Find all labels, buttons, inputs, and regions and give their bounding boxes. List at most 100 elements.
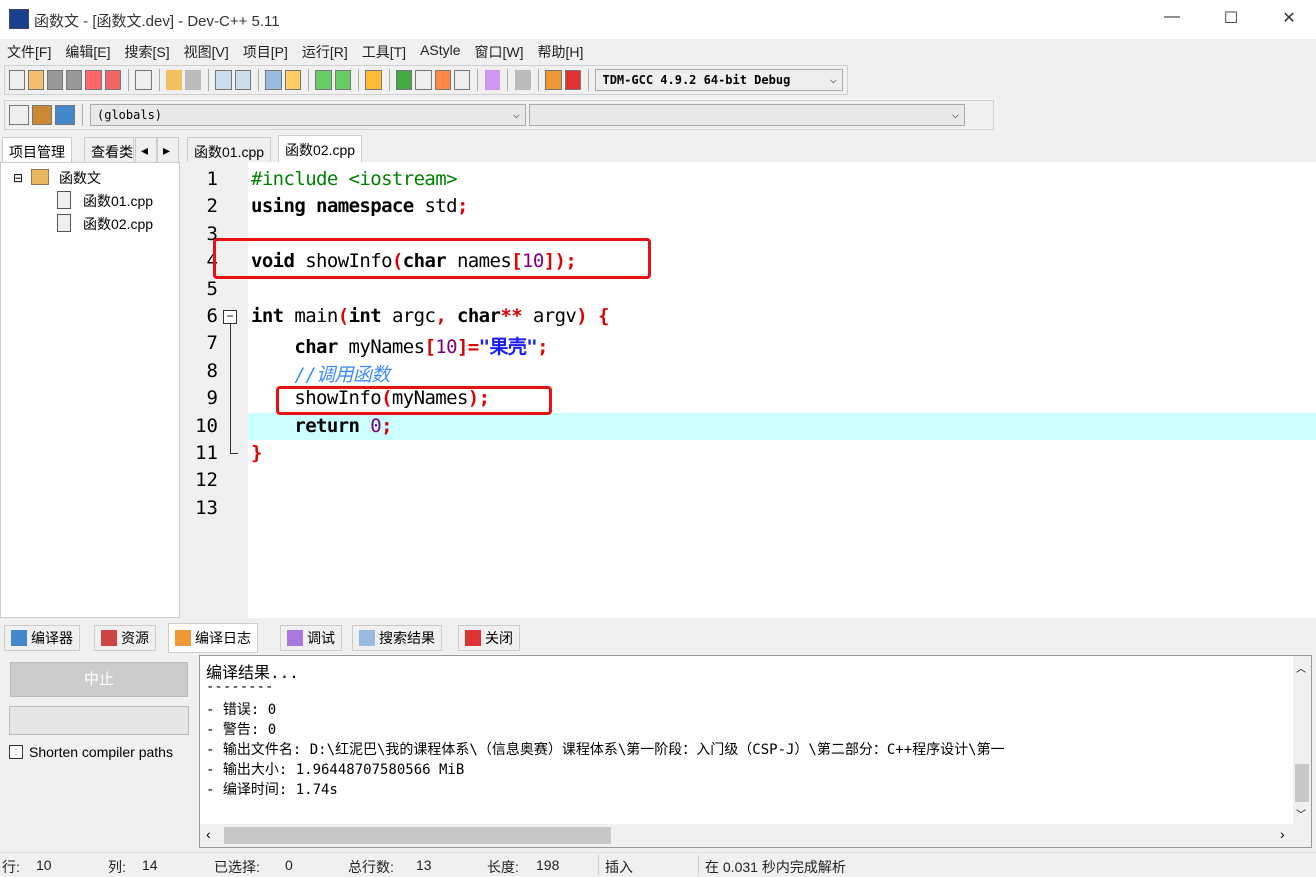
- close-file-icon[interactable]: [85, 70, 102, 90]
- code-token: ;: [537, 336, 548, 359]
- find-icon[interactable]: [215, 70, 232, 90]
- horizontal-scrollbar[interactable]: ‹ ›: [200, 824, 1311, 847]
- goto-line-icon[interactable]: [284, 70, 301, 90]
- goto-bookmark-icon[interactable]: [55, 105, 75, 125]
- code-editor[interactable]: 1 #include <iostream> 2 using namespace std…: [187, 162, 1316, 618]
- status-total-label: 总行数:: [348, 859, 394, 875]
- syntax-check-icon[interactable]: [484, 70, 501, 90]
- tab-file-2[interactable]: 函数02.cpp: [278, 135, 363, 162]
- status-len: 198: [536, 857, 560, 873]
- code-token: argc: [381, 305, 436, 327]
- shorten-paths-checkbox[interactable]: [9, 745, 23, 759]
- code-token: argv: [522, 305, 577, 327]
- fold-icon[interactable]: −: [223, 310, 237, 324]
- line-number: 11: [195, 442, 218, 464]
- tree-file[interactable]: 函数02.cpp: [83, 214, 153, 234]
- annotation-box-declaration: [213, 238, 651, 279]
- stop-icon[interactable]: [515, 70, 531, 90]
- project-name[interactable]: 函数文: [59, 168, 101, 188]
- menu-item[interactable]: 文件[F]: [0, 39, 58, 63]
- project-options-icon[interactable]: [365, 70, 382, 90]
- line-number: 13: [195, 496, 218, 519]
- line-number: 1: [206, 168, 218, 190]
- code-token: ,: [435, 305, 457, 327]
- class-toolbar: (globals) ⌵ ⌵: [4, 100, 994, 130]
- code-token: **: [500, 305, 523, 327]
- main-toolbar: TDM-GCC 4.9.2 64-bit Debug ⌵: [4, 65, 848, 95]
- menu-item[interactable]: 编辑[E]: [58, 39, 117, 63]
- tab-file-1[interactable]: 函数01.cpp: [187, 137, 272, 162]
- menu-item[interactable]: 运行[R]: [295, 39, 355, 63]
- compile-log[interactable]: 编译结果... -------- - 错误: 0- 警告: 0- 输出文件名: D:…: [199, 655, 1312, 848]
- tab-scroll-left[interactable]: ◂: [135, 137, 157, 162]
- menu-item[interactable]: 搜索[S]: [117, 39, 176, 63]
- scroll-left-icon[interactable]: ‹: [206, 826, 211, 842]
- remove-from-project-icon[interactable]: [334, 70, 351, 90]
- code-token: {: [597, 305, 609, 327]
- menu-item[interactable]: 帮助[H]: [531, 39, 591, 63]
- line-number: 2: [206, 195, 218, 218]
- tab-project[interactable]: 项目管理: [2, 137, 72, 162]
- symbol-select[interactable]: ⌵: [529, 104, 965, 126]
- collapse-icon[interactable]: ⊟: [13, 171, 23, 185]
- menu-item[interactable]: 窗口[W]: [468, 39, 531, 63]
- chevron-down-icon: ⌵: [951, 107, 959, 121]
- indent-icon[interactable]: [265, 70, 282, 90]
- profile-icon[interactable]: [545, 70, 562, 90]
- save-icon[interactable]: [47, 70, 64, 90]
- print-icon[interactable]: [135, 70, 152, 90]
- save-all-icon[interactable]: [66, 70, 83, 90]
- code-token: #include <iostream>: [251, 168, 458, 190]
- scroll-right-icon[interactable]: ›: [1280, 826, 1285, 842]
- undo-icon[interactable]: [166, 70, 182, 90]
- code-token: ;: [456, 195, 468, 218]
- menu-item[interactable]: 项目[P]: [236, 39, 295, 63]
- app-icon: [9, 9, 29, 29]
- code-token: ): [576, 305, 588, 327]
- file-icon: [57, 214, 71, 232]
- resources-icon: [101, 630, 117, 646]
- bottom-tab-label: 调试: [307, 630, 335, 646]
- scope-select[interactable]: (globals) ⌵: [90, 104, 526, 126]
- toggle-bookmark-icon[interactable]: [32, 105, 52, 125]
- menu-item[interactable]: AStyle: [413, 39, 467, 63]
- fold-end: [230, 453, 238, 454]
- bottom-tab[interactable]: 资源: [94, 625, 156, 651]
- menu-item[interactable]: 工具[T]: [355, 39, 413, 63]
- bottom-tab[interactable]: 编译器: [4, 625, 80, 651]
- redo-icon[interactable]: [185, 70, 201, 90]
- delete-profile-icon[interactable]: [564, 70, 581, 90]
- rebuild-icon[interactable]: [453, 70, 470, 90]
- scroll-down-icon[interactable]: ﹀: [1296, 806, 1306, 821]
- open-file-icon[interactable]: [28, 70, 45, 90]
- bottom-tab[interactable]: 关闭: [458, 625, 520, 651]
- bottom-tab[interactable]: 调试: [280, 625, 342, 651]
- tab-classes[interactable]: 查看类: [84, 137, 134, 162]
- abort-button[interactable]: 中止: [10, 662, 188, 697]
- tab-scroll-right[interactable]: ▸: [157, 137, 179, 162]
- scroll-thumb[interactable]: [224, 827, 611, 844]
- scroll-up-icon[interactable]: ︿: [1296, 660, 1306, 675]
- maximize-button[interactable]: ☐: [1219, 8, 1243, 32]
- add-to-project-icon[interactable]: [315, 70, 332, 90]
- new-file-icon[interactable]: [9, 70, 26, 90]
- compiler-select[interactable]: TDM-GCC 4.9.2 64-bit Debug ⌵: [595, 69, 844, 91]
- bottom-tab[interactable]: 搜索结果: [352, 625, 442, 651]
- compile-icon[interactable]: [396, 70, 413, 90]
- insert-icon[interactable]: [9, 105, 29, 125]
- menu-item[interactable]: 视图[V]: [177, 39, 236, 63]
- replace-icon[interactable]: [234, 70, 251, 90]
- close-button[interactable]: ✕: [1277, 8, 1301, 32]
- minimize-button[interactable]: —: [1160, 8, 1184, 32]
- tree-file[interactable]: 函数01.cpp: [83, 191, 153, 211]
- bottom-tab[interactable]: 编译日志: [168, 623, 258, 653]
- progress-bar: [9, 706, 189, 735]
- menu-bar: 文件[F] 编辑[E] 搜索[S] 视图[V] 项目[P] 运行[R] 工具[T] AStyl…: [0, 39, 1316, 63]
- scroll-thumb[interactable]: [1295, 764, 1309, 802]
- run-icon[interactable]: [415, 70, 432, 90]
- vertical-scrollbar[interactable]: ︿ ﹀: [1293, 656, 1311, 826]
- close-all-icon[interactable]: [104, 70, 121, 90]
- compile-run-icon[interactable]: [434, 70, 451, 90]
